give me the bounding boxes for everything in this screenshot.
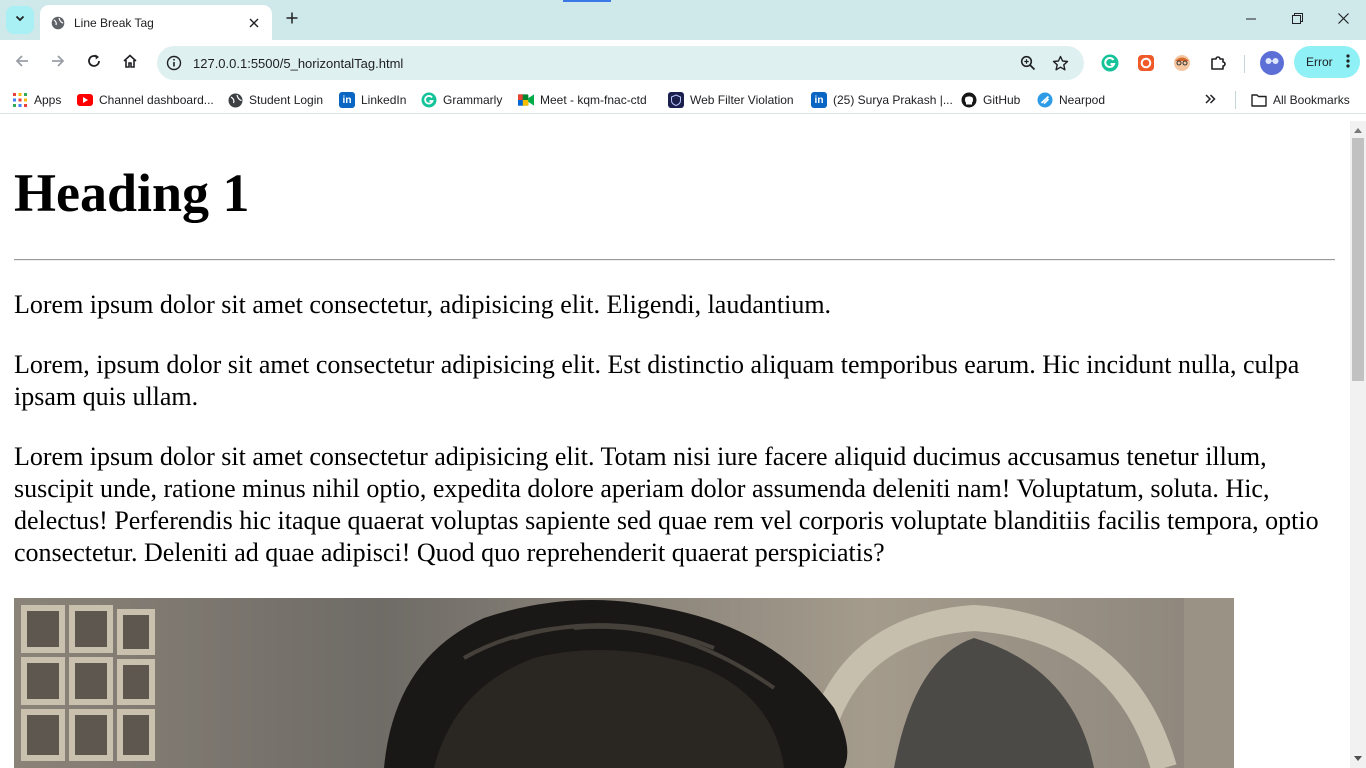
scroll-up-arrow-icon[interactable]	[1350, 123, 1366, 137]
bookmark-grammarly[interactable]: Grammarly	[421, 90, 502, 110]
apps-grid-icon	[12, 92, 28, 108]
reload-icon	[86, 53, 102, 74]
arrow-left-icon	[14, 53, 30, 74]
horizontal-rule	[14, 259, 1335, 261]
new-tab-button[interactable]	[280, 8, 304, 32]
profile-error-button[interactable]: Error	[1294, 46, 1360, 78]
bookmarks-divider	[1235, 91, 1236, 109]
browser-toolbar: 127.0.0.1:5500/5_horizontalTag.html Erro…	[0, 40, 1366, 86]
more-options-icon[interactable]	[1346, 53, 1350, 72]
bookmarks-overflow-button[interactable]	[1204, 90, 1216, 110]
scrollbar-thumb[interactable]	[1352, 138, 1364, 381]
tab-title: Line Break Tag	[74, 15, 154, 30]
restore-button[interactable]	[1274, 0, 1320, 40]
nearpod-icon	[1037, 92, 1053, 108]
home-button[interactable]	[116, 49, 144, 77]
site-info-icon[interactable]	[164, 53, 184, 73]
folder-icon	[1251, 92, 1267, 108]
linkedin-icon: in	[339, 92, 355, 108]
portrait-photo	[14, 598, 1234, 768]
bookmark-label: Nearpod	[1059, 93, 1106, 107]
bookmark-label: Apps	[34, 93, 62, 107]
bookmark-star-icon[interactable]	[1046, 49, 1074, 77]
bookmark-linkedin[interactable]: in LinkedIn	[339, 90, 406, 110]
bookmark-google-meet[interactable]: Meet - kqm-fnac-ctd	[518, 90, 647, 110]
bookmark-label: GitHub	[983, 93, 1021, 107]
avatar-extension-icon[interactable]	[1170, 51, 1194, 75]
minimize-button[interactable]	[1228, 0, 1274, 40]
chevron-down-icon	[14, 11, 26, 29]
bookmark-nearpod[interactable]: Nearpod	[1037, 90, 1105, 110]
error-label: Error	[1306, 55, 1333, 69]
globe-icon	[227, 92, 243, 108]
bookmark-web-filter-violation[interactable]: Web Filter Violation	[668, 90, 794, 110]
close-tab-icon[interactable]	[246, 15, 262, 31]
restore-icon	[1291, 11, 1303, 29]
globe-icon	[50, 15, 66, 31]
web-filter-icon	[668, 92, 684, 108]
github-icon	[961, 92, 977, 108]
minimize-icon	[1246, 11, 1256, 29]
bookmark-github[interactable]: GitHub	[961, 90, 1020, 110]
bookmark-label: LinkedIn	[361, 93, 407, 107]
bookmark-apps[interactable]: Apps	[12, 90, 61, 110]
back-button[interactable]	[8, 49, 36, 77]
page-viewport: Heading 1 Lorem ipsum dolor sit amet con…	[0, 121, 1350, 768]
zoom-icon[interactable]	[1014, 49, 1042, 77]
bookmark-label: Web Filter Violation	[690, 93, 794, 107]
bookmark-student-login[interactable]: Student Login	[227, 90, 323, 110]
address-bar[interactable]: 127.0.0.1:5500/5_horizontalTag.html	[157, 46, 1084, 80]
toolbar-divider	[1244, 55, 1245, 73]
double-chevron-right-icon	[1204, 93, 1216, 108]
reload-button[interactable]	[80, 49, 108, 77]
extensions-puzzle-icon[interactable]	[1206, 51, 1230, 75]
youtube-icon	[77, 92, 93, 108]
paragraph-3: Lorem ipsum dolor sit amet consectetur a…	[14, 442, 1319, 567]
bookmark-surya-prakash[interactable]: in (25) Surya Prakash |...	[811, 90, 953, 110]
vertical-scrollbar[interactable]	[1350, 121, 1366, 768]
paragraph-1: Lorem ipsum dolor sit amet consectetur, …	[14, 290, 832, 319]
bookmarks-bar: Apps Channel dashboard... Student Login …	[0, 86, 1366, 114]
profile-glasses-icon	[1264, 54, 1280, 72]
bookmark-label: (25) Surya Prakash |...	[833, 93, 953, 107]
paragraph-2: Lorem, ipsum dolor sit amet consectetur …	[14, 350, 1300, 411]
close-icon	[1337, 11, 1349, 29]
tab-strip-accent	[563, 0, 611, 2]
all-bookmarks-label: All Bookmarks	[1273, 93, 1350, 107]
home-icon	[122, 53, 138, 74]
arrow-right-icon	[50, 53, 66, 74]
plus-icon	[286, 11, 298, 29]
bookmark-label: Grammarly	[443, 93, 503, 107]
bookmark-channel-dashboard[interactable]: Channel dashboard...	[77, 90, 214, 110]
active-tab[interactable]: Line Break Tag	[40, 5, 272, 40]
bookmark-label: Meet - kqm-fnac-ctd	[540, 93, 647, 107]
tab-search-button[interactable]	[6, 6, 34, 34]
tab-strip: Line Break Tag	[0, 0, 1366, 40]
url-text[interactable]: 127.0.0.1:5500/5_horizontalTag.html	[193, 56, 1014, 71]
grammarly-icon	[421, 92, 437, 108]
page-heading: Heading 1	[14, 163, 250, 223]
bookmark-label: Student Login	[249, 93, 324, 107]
scroll-down-arrow-icon[interactable]	[1350, 752, 1366, 766]
forward-button[interactable]	[44, 49, 72, 77]
all-bookmarks-button[interactable]: All Bookmarks	[1251, 90, 1350, 110]
close-window-button[interactable]	[1320, 0, 1366, 40]
bookmark-label: Channel dashboard...	[99, 93, 214, 107]
profile-avatar[interactable]	[1260, 51, 1284, 75]
google-meet-icon	[518, 92, 534, 108]
linkedin-icon: in	[811, 92, 827, 108]
record-extension-icon[interactable]	[1134, 51, 1158, 75]
grammarly-extension-icon[interactable]	[1098, 51, 1122, 75]
